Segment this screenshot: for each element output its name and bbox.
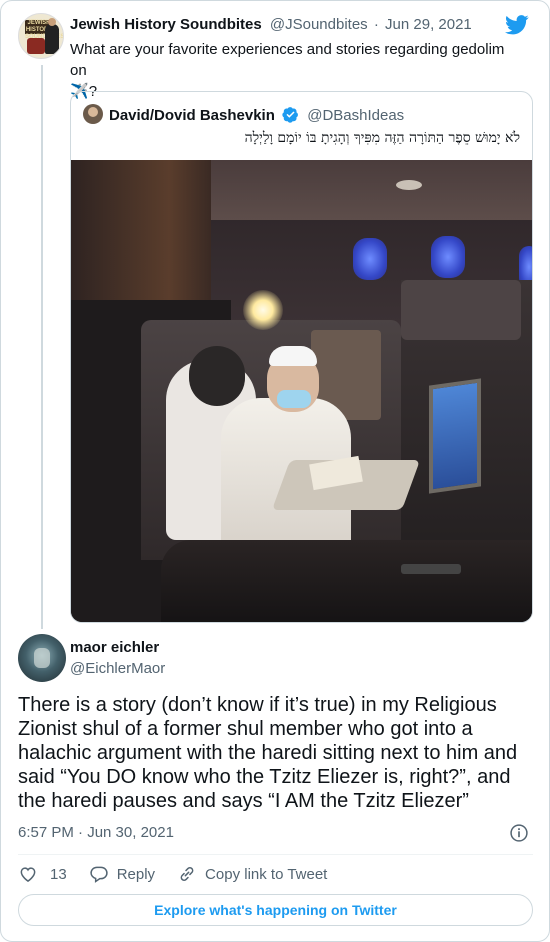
parent-tweet-date[interactable]: Jun 29, 2021 [385,16,472,33]
copy-link-action[interactable]: Copy link to Tweet [177,864,327,884]
thread-connector-line [41,65,43,629]
photo-window [353,238,387,280]
photo-right-pod-top [401,280,521,340]
reply-tweet-timestamp[interactable]: 6:57 PM · Jun 30, 2021 [18,824,174,841]
reply-icon [90,866,108,883]
verified-badge-icon [282,107,298,123]
photo-kippah [269,346,317,366]
actions-divider [18,854,533,855]
reply-author-handle[interactable]: @EichlerMaor [70,660,165,677]
twitter-bird-icon[interactable] [505,15,529,35]
link-icon [180,867,194,881]
tweet-embed-card: JEWISH HISTORY SOUNDBITES Jewish History… [0,0,550,942]
parent-author-handle[interactable]: @JSoundbites [270,16,368,33]
quoted-tweet-header: David/Dovid Bashevkin @DBashIdeas [109,106,404,124]
quoted-author-name: David/Dovid Bashevkin [109,107,275,124]
like-action[interactable]: 13 [18,864,67,884]
photo-entertainment-screen [429,378,481,494]
photo-window [431,236,465,278]
parent-tweet-text-main: What are your favorite experiences and s… [70,41,505,79]
explore-twitter-button[interactable]: Explore what's happening on Twitter [18,894,533,926]
reply-tweet-text: There is a story (don’t know if it’s tru… [18,694,518,812]
quoted-author-avatar [83,104,103,124]
like-count: 13 [50,865,67,883]
quoted-tweet-card[interactable]: David/Dovid Bashevkin @DBashIdeas לֹא יָ… [70,91,533,623]
photo-headrest [189,346,245,406]
reply-author-avatar[interactable] [18,634,66,682]
tweet-actions-bar: 13 Reply Copy link to Tweet [18,863,349,885]
photo-ceiling-light [396,180,422,190]
parent-author-avatar[interactable]: JEWISH HISTORY SOUNDBITES [18,13,64,59]
copy-link-label: Copy link to Tweet [205,865,328,883]
avatar-person [45,18,59,54]
heart-icon [20,867,36,882]
parent-tweet-header: Jewish History Soundbites @JSoundbites ·… [70,16,472,33]
quoted-author-handle: @DBashIdeas [307,107,405,124]
header-separator: · [373,16,379,33]
quoted-tweet-photo[interactable] [71,160,532,622]
avatar-microphone [27,38,45,54]
parent-author-name[interactable]: Jewish History Soundbites [70,16,262,33]
photo-reading-lamp [243,290,283,330]
reply-action[interactable]: Reply [89,864,155,884]
photo-foreground-slot [401,564,461,574]
photo-face-mask [277,390,311,408]
info-icon[interactable] [509,823,529,843]
quoted-tweet-text: לֹא יָמוּשׁ סֵפֶר הַתּוֹרָה הַזֶּה מִפִּ… [244,130,520,146]
photo-foreground-shell [161,540,532,622]
reply-label: Reply [116,865,156,883]
reply-author-name[interactable]: maor eichler [70,639,159,656]
